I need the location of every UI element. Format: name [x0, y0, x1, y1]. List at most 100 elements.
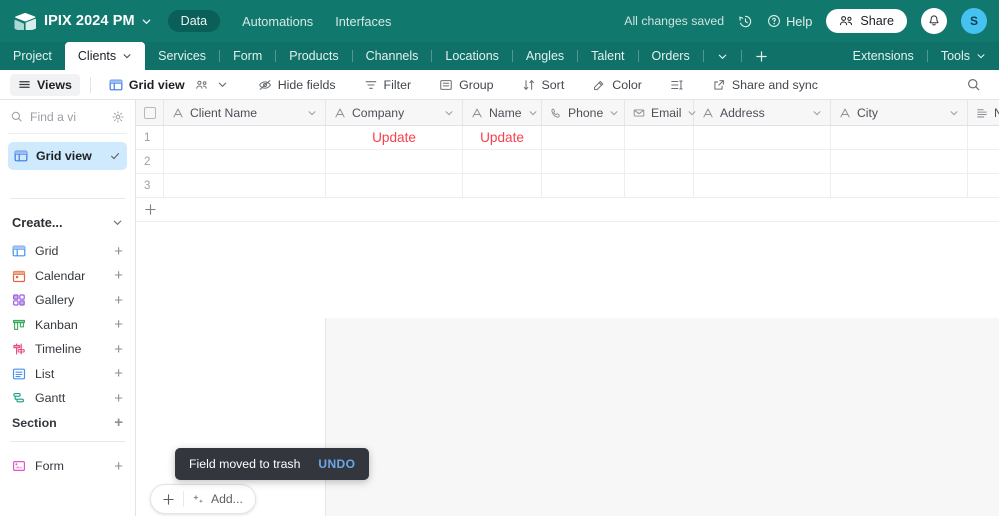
nav-automations[interactable]: Automations — [242, 14, 313, 29]
create-item-gantt[interactable]: Gantt + — [8, 386, 127, 411]
chevron-down-icon[interactable] — [307, 108, 317, 118]
add-table-button[interactable] — [742, 42, 781, 70]
tab-locations[interactable]: Locations — [432, 42, 512, 70]
plus-icon[interactable]: + — [114, 293, 123, 308]
chevron-down-icon[interactable] — [141, 16, 152, 27]
create-item-form[interactable]: Form + — [8, 454, 127, 479]
create-item-list[interactable]: List + — [8, 362, 127, 387]
tab-overflow-button[interactable] — [704, 42, 741, 70]
column-header-phone[interactable]: Phone — [542, 100, 625, 125]
cell-city[interactable] — [831, 126, 968, 149]
create-item-gallery[interactable]: Gallery + — [8, 288, 127, 313]
create-item-section[interactable]: Section + — [8, 411, 127, 436]
cell-name[interactable] — [463, 150, 542, 173]
avatar[interactable]: S — [961, 8, 987, 34]
create-item-grid[interactable]: Grid + — [8, 239, 127, 264]
cell-city[interactable] — [831, 150, 968, 173]
create-item-timeline[interactable]: Timeline + — [8, 337, 127, 362]
select-all-checkbox[interactable] — [136, 100, 164, 125]
create-section-header[interactable]: Create... — [8, 205, 127, 239]
undo-button[interactable]: UNDO — [318, 457, 355, 471]
plus-icon[interactable]: + — [114, 391, 123, 406]
cell-city[interactable] — [831, 174, 968, 197]
cell-address[interactable] — [694, 174, 831, 197]
tools-button[interactable]: Tools — [928, 42, 999, 70]
tab-talent[interactable]: Talent — [578, 42, 637, 70]
filter-button[interactable]: Filter — [356, 74, 420, 96]
plus-icon[interactable]: + — [114, 342, 123, 357]
view-collaborators[interactable] — [195, 75, 213, 95]
cell-client-name[interactable] — [164, 150, 326, 173]
plus-icon[interactable]: + — [114, 317, 123, 332]
cell-phone[interactable] — [542, 174, 625, 197]
tab-channels[interactable]: Channels — [353, 42, 432, 70]
chevron-down-icon[interactable] — [528, 108, 538, 118]
color-button[interactable]: Color — [584, 74, 650, 96]
cell-company[interactable] — [326, 174, 463, 197]
history-clock-icon[interactable] — [738, 14, 753, 29]
nav-interfaces[interactable]: Interfaces — [335, 14, 391, 29]
plus-icon[interactable]: + — [114, 366, 123, 381]
create-item-calendar[interactable]: Calendar + — [8, 264, 127, 289]
cell-notes[interactable] — [968, 126, 999, 149]
tab-clients[interactable]: Clients — [65, 42, 145, 70]
cell-notes[interactable] — [968, 174, 999, 197]
cell-client-name[interactable] — [164, 174, 326, 197]
current-view-button[interactable]: Grid view — [101, 74, 193, 96]
gear-icon[interactable] — [111, 110, 125, 124]
chevron-down-icon[interactable] — [812, 108, 822, 118]
add-record-ai-button[interactable]: Add... — [186, 492, 251, 506]
notifications-button[interactable] — [921, 8, 947, 34]
cell-email[interactable] — [625, 126, 694, 149]
column-header-address[interactable]: Address — [694, 100, 831, 125]
plus-icon[interactable]: + — [114, 415, 123, 430]
cell-notes[interactable] — [968, 150, 999, 173]
tab-project[interactable]: Project — [0, 42, 65, 70]
search-button[interactable] — [958, 73, 989, 96]
sidebar-item-grid-view[interactable]: Grid view — [8, 142, 127, 170]
tab-form[interactable]: Form — [220, 42, 275, 70]
chevron-down-icon[interactable] — [609, 108, 619, 118]
find-view-search[interactable]: Find a vi — [8, 100, 127, 134]
chevron-down-icon[interactable] — [949, 108, 959, 118]
cell-email[interactable] — [625, 174, 694, 197]
chevron-down-icon[interactable] — [444, 108, 454, 118]
tab-angles[interactable]: Angles — [513, 42, 577, 70]
cell-name[interactable]: Update — [463, 126, 542, 149]
app-title[interactable]: IPIX 2024 PM — [44, 13, 135, 29]
create-item-kanban[interactable]: Kanban + — [8, 313, 127, 338]
cell-name[interactable] — [463, 174, 542, 197]
cell-address[interactable] — [694, 126, 831, 149]
cell-phone[interactable] — [542, 126, 625, 149]
column-header-name[interactable]: Name — [463, 100, 542, 125]
tab-services[interactable]: Services — [145, 42, 219, 70]
plus-icon[interactable]: + — [114, 268, 123, 283]
column-header-company[interactable]: Company — [326, 100, 463, 125]
tab-products[interactable]: Products — [276, 42, 351, 70]
cell-phone[interactable] — [542, 150, 625, 173]
cell-company[interactable]: Update — [326, 126, 463, 149]
row-height-button[interactable] — [662, 74, 692, 96]
extensions-button[interactable]: Extensions — [840, 42, 927, 70]
chevron-down-icon[interactable] — [122, 51, 132, 61]
views-button[interactable]: Views — [10, 74, 80, 96]
column-header-city[interactable]: City — [831, 100, 968, 125]
cell-email[interactable] — [625, 150, 694, 173]
view-options-caret[interactable] — [215, 75, 236, 94]
cell-company[interactable] — [326, 150, 463, 173]
group-button[interactable]: Group — [431, 74, 501, 96]
hide-fields-button[interactable]: Hide fields — [250, 74, 344, 96]
column-header-client-name[interactable]: Client Name — [164, 100, 326, 125]
tab-orders[interactable]: Orders — [639, 42, 703, 70]
share-button[interactable]: Share — [826, 9, 907, 33]
table-row[interactable]: 2 — [136, 150, 999, 174]
plus-icon[interactable]: + — [114, 459, 123, 474]
airtable-cube-icon[interactable] — [12, 8, 38, 34]
table-row[interactable]: 1 Update Update — [136, 126, 999, 150]
plus-icon[interactable] — [155, 493, 181, 506]
data-tab-pill[interactable]: Data — [168, 10, 220, 32]
table-row[interactable]: 3 — [136, 174, 999, 198]
add-row-button[interactable] — [136, 198, 999, 222]
plus-icon[interactable]: + — [114, 244, 123, 259]
add-record-pill[interactable]: Add... — [150, 484, 256, 514]
